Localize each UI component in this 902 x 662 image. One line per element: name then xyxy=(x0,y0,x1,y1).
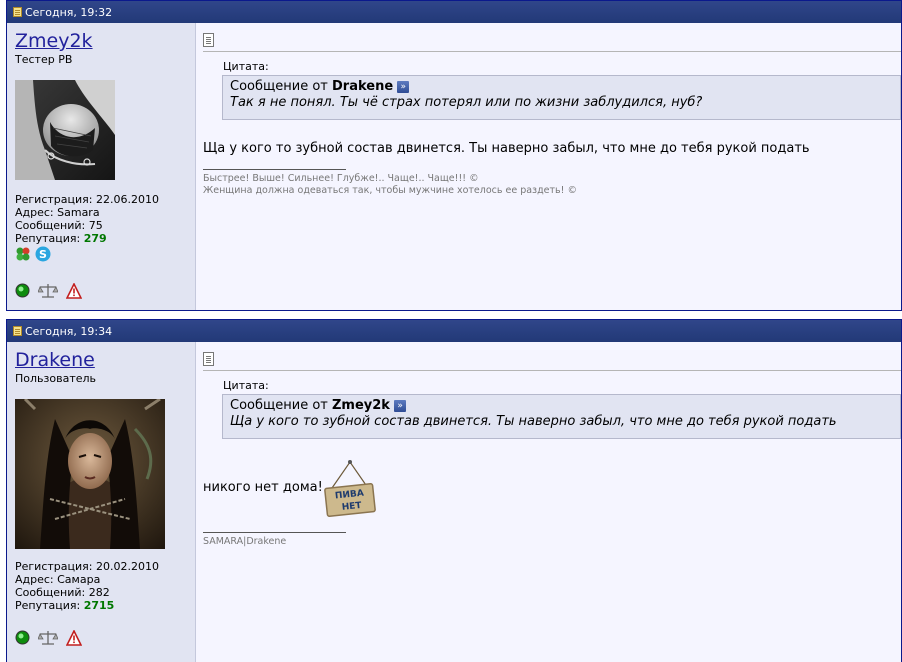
post-action-icons xyxy=(15,629,82,646)
post-content: Цитата: Сообщение от Drakene » Так я не … xyxy=(196,23,901,310)
username-link[interactable]: Drakene xyxy=(15,349,195,371)
view-post-arrow-icon[interactable]: » xyxy=(397,80,410,93)
quote-prefix: Сообщение от xyxy=(230,79,328,94)
quote-prefix: Сообщение от xyxy=(230,398,328,413)
svg-text:S: S xyxy=(39,248,47,261)
post-icon xyxy=(203,352,214,366)
signature: SAMARA|Drakene xyxy=(203,536,286,548)
post-icon xyxy=(203,33,214,47)
message-count: Сообщений: 282 xyxy=(15,586,110,599)
registration-date: Регистрация: 20.02.2010 xyxy=(15,560,159,573)
quote-label: Цитата: xyxy=(223,60,269,73)
username-link[interactable]: Zmey2k xyxy=(15,30,195,52)
post-header: Сегодня, 19:32 xyxy=(7,1,901,23)
post-status-icon xyxy=(13,7,22,17)
beer-sign-smiley: ПИВА НЕТ xyxy=(324,460,376,517)
signature-line: SAMARA|Drakene xyxy=(203,536,287,547)
quote-label: Цитата: xyxy=(223,379,269,392)
user-title: Пользователь xyxy=(15,372,97,385)
scales-icon[interactable] xyxy=(38,282,58,299)
content-divider xyxy=(203,51,901,52)
userinfo-panel: Zmey2k Тестер PB Регистрация: 22.06.2010… xyxy=(7,23,196,310)
online-status-icon xyxy=(15,630,30,645)
avatar xyxy=(15,80,115,180)
userinfo-panel: Drakene Пользователь Регистрация: 20.02.… xyxy=(7,342,196,662)
quote-author: Zmey2k xyxy=(332,398,390,413)
reputation: Репутация: 2715 xyxy=(15,599,115,612)
content-divider xyxy=(203,370,901,371)
post-drakene: Сегодня, 19:34 Drakene Пользователь Реги… xyxy=(6,319,902,662)
warning-icon[interactable] xyxy=(66,629,82,646)
post-content: Цитата: Сообщение от Zmey2k » Ща у кого … xyxy=(196,342,901,662)
user-address: Адрес: Samara xyxy=(15,206,100,219)
message-text: никого нет дома! xyxy=(203,480,323,495)
scales-icon[interactable] xyxy=(38,629,58,646)
signature-line: Женщина должна одеваться так, чтобы мужч… xyxy=(203,185,577,196)
reputation-value: 279 xyxy=(83,232,107,245)
signature-divider xyxy=(203,532,346,533)
view-post-arrow-icon[interactable]: » xyxy=(394,399,407,412)
post-action-icons xyxy=(15,282,82,299)
quote-text: Ща у кого то зубной состав двинется. Ты … xyxy=(230,414,837,429)
quote-box: Сообщение от Drakene » Так я не понял. Т… xyxy=(222,75,901,120)
quote-author: Drakene xyxy=(332,79,394,94)
online-status-icon xyxy=(15,283,30,298)
clover-icon[interactable] xyxy=(15,246,31,262)
user-address: Адрес: Самара xyxy=(15,573,101,586)
skype-icon[interactable]: S xyxy=(35,246,51,262)
reputation-value: 2715 xyxy=(83,599,115,612)
signature-divider xyxy=(203,169,346,170)
warning-icon[interactable] xyxy=(66,282,82,299)
quote-text: Так я не понял. Ты чё страх потерял или … xyxy=(230,95,703,110)
post-header: Сегодня, 19:34 xyxy=(7,320,901,342)
post-date: Сегодня, 19:32 xyxy=(25,5,113,19)
registration-date: Регистрация: 22.06.2010 xyxy=(15,193,159,206)
reputation: Репутация: 279 xyxy=(15,232,107,245)
message-count: Сообщений: 75 xyxy=(15,219,103,232)
user-stats: Регистрация: 22.06.2010 Адрес: Samara Со… xyxy=(15,193,159,245)
user-stats: Регистрация: 20.02.2010 Адрес: Самара Со… xyxy=(15,560,159,612)
post-date: Сегодня, 19:34 xyxy=(25,324,113,338)
post-status-icon xyxy=(13,326,22,336)
message-text: Ща у кого то зубной состав двинется. Ты … xyxy=(203,141,810,156)
post-zmey2k: Сегодня, 19:32 Zmey2k Тестер PB Регистра… xyxy=(6,0,902,311)
avatar xyxy=(15,399,165,549)
quote-box: Сообщение от Zmey2k » Ща у кого то зубно… xyxy=(222,394,901,439)
signature-line: Быстрее! Выше! Сильнее! Глубже!.. Чаще!.… xyxy=(203,173,479,184)
signature: Быстрее! Выше! Сильнее! Глубже!.. Чаще!.… xyxy=(203,173,577,197)
contact-icons: S xyxy=(15,246,51,262)
user-title: Тестер PB xyxy=(15,53,73,66)
